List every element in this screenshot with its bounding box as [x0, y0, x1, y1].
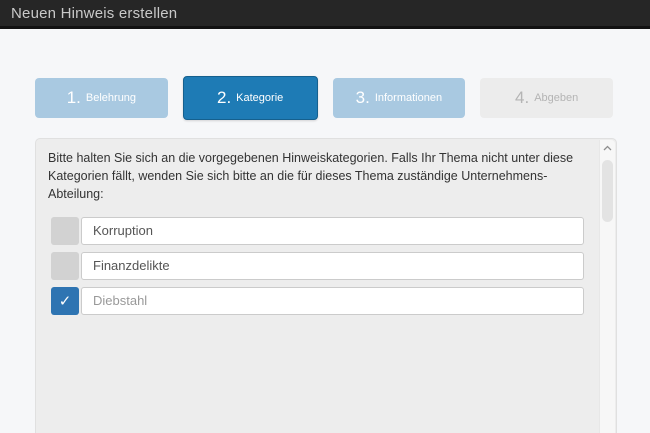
category-option-korruption[interactable]: Korruption [81, 217, 584, 245]
step-number: 1. [67, 88, 81, 108]
step-label: Belehrung [86, 92, 136, 104]
category-option-finanzdelikte[interactable]: Finanzdelikte [81, 252, 584, 280]
checkbox-korruption[interactable] [51, 217, 79, 245]
category-option-diebstahl[interactable]: Diebstahl [81, 287, 584, 315]
page-title: Neuen Hinweis erstellen [11, 5, 177, 22]
category-row-diebstahl: ✓ Diebstahl [51, 287, 584, 315]
checkmark-icon: ✓ [59, 292, 72, 310]
instruction-line-1: Bitte halten Sie sich an die vorgegebene… [48, 149, 583, 167]
step-number: 3. [356, 88, 370, 108]
chevron-up-icon [603, 145, 612, 151]
checkbox-finanzdelikte[interactable] [51, 252, 79, 280]
scrollbar[interactable] [599, 140, 615, 433]
scrollbar-thumb[interactable] [602, 160, 613, 222]
category-panel: Bitte halten Sie sich an die vorgegebene… [35, 138, 617, 433]
instruction-line-2: Kategorien fällt, wenden Sie sich bitte … [48, 167, 583, 203]
app-header: Neuen Hinweis erstellen [0, 0, 650, 29]
step-abgeben: 4. Abgeben [480, 78, 613, 118]
checkbox-diebstahl[interactable]: ✓ [51, 287, 79, 315]
step-label: Kategorie [236, 92, 283, 104]
category-row-finanzdelikte: Finanzdelikte [51, 252, 584, 280]
instruction-text: Bitte halten Sie sich an die vorgegebene… [48, 149, 583, 203]
step-label: Abgeben [534, 92, 578, 104]
category-row-korruption: Korruption [51, 217, 584, 245]
category-list: Korruption Finanzdelikte ✓ Diebstahl [51, 217, 584, 315]
step-number: 4. [515, 88, 529, 108]
panel-content: Bitte halten Sie sich an die vorgegebene… [48, 149, 583, 322]
wizard-steps: 1. Belehrung 2. Kategorie 3. Information… [35, 78, 613, 118]
step-kategorie[interactable]: 2. Kategorie [183, 76, 318, 120]
step-informationen[interactable]: 3. Informationen [333, 78, 466, 118]
step-number: 2. [217, 88, 231, 108]
step-label: Informationen [375, 92, 442, 104]
step-belehrung[interactable]: 1. Belehrung [35, 78, 168, 118]
scroll-up-button[interactable] [600, 140, 615, 156]
